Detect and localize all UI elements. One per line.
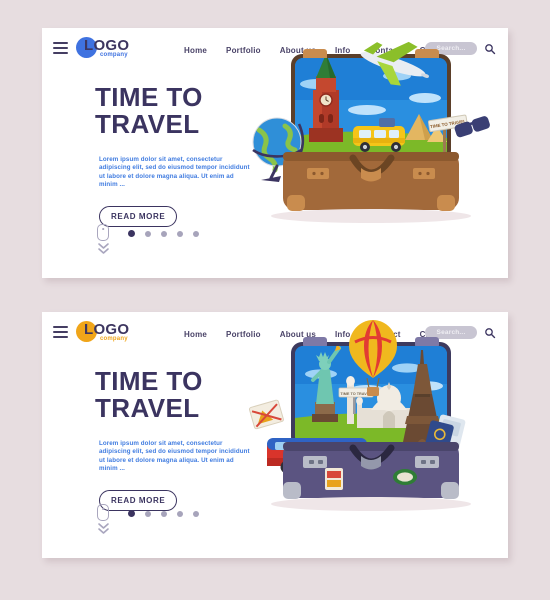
slider-dot-active[interactable] [128, 230, 135, 237]
hamburger-line [53, 331, 68, 333]
headline-line-1: TIME TO [95, 366, 203, 396]
hamburger-line [53, 52, 68, 54]
hamburger-line [53, 42, 68, 44]
page-root: LOGO company Home Portfolio About us Inf… [0, 0, 550, 600]
hero-paragraph: Lorem ipsum dolor sit amet, consectetur … [99, 156, 250, 189]
illustration-purple-suitcase: TIME TO TRAVEL [247, 316, 502, 516]
logo-1[interactable]: LOGO company [76, 35, 156, 65]
banner-card-1: LOGO company Home Portfolio About us Inf… [42, 28, 508, 278]
page-title: TIME TO TRAVEL [95, 368, 270, 422]
headline-line-1: TIME TO [95, 82, 203, 112]
mouse-body [97, 504, 109, 521]
hamburger-line [53, 326, 68, 328]
hamburger-line [53, 336, 68, 338]
slider-dot[interactable] [145, 510, 151, 517]
nav-item-home[interactable]: Home [184, 46, 207, 55]
logo-subtitle: company [100, 336, 128, 342]
logo-subtitle: company [100, 52, 128, 58]
illustration-brown-suitcase: TIME TO TRAVEL [247, 32, 502, 232]
slider-dot[interactable] [161, 230, 167, 237]
hero-paragraph: Lorem ipsum dolor sit amet, consectetur … [99, 440, 250, 473]
slider-dot[interactable] [161, 510, 167, 517]
hamburger-menu-icon[interactable] [53, 42, 68, 54]
page-title: TIME TO TRAVEL [95, 84, 270, 138]
headline-line-2: TRAVEL [95, 109, 200, 139]
hero-copy-2: TIME TO TRAVEL Lorem ipsum dolor sit ame… [95, 368, 270, 511]
scroll-down-mouse-icon[interactable] [95, 504, 111, 536]
chevron-down-icon [97, 243, 109, 254]
slider-dot[interactable] [193, 230, 199, 237]
slider-controls-1 [95, 224, 255, 264]
slider-dot[interactable] [145, 230, 151, 237]
mouse-body [97, 224, 109, 241]
logo-2[interactable]: LOGO company [76, 319, 156, 349]
slider-dot-active[interactable] [128, 510, 135, 517]
slider-dot[interactable] [177, 230, 183, 237]
hamburger-line [53, 47, 68, 49]
chevron-down-icon [97, 523, 109, 534]
slider-dot[interactable] [177, 510, 183, 517]
slider-dots-1 [128, 230, 199, 237]
slider-dots-2 [128, 510, 199, 517]
hamburger-menu-icon[interactable] [53, 326, 68, 338]
banner-card-2: LOGO company Home Portfolio About us Inf… [42, 312, 508, 558]
hero-copy-1: TIME TO TRAVEL Lorem ipsum dolor sit ame… [95, 84, 270, 227]
nav-item-home[interactable]: Home [184, 330, 207, 339]
slider-dot[interactable] [193, 510, 199, 517]
slider-controls-2 [95, 504, 255, 544]
scroll-down-mouse-icon[interactable] [95, 224, 111, 256]
headline-line-2: TRAVEL [95, 393, 200, 423]
